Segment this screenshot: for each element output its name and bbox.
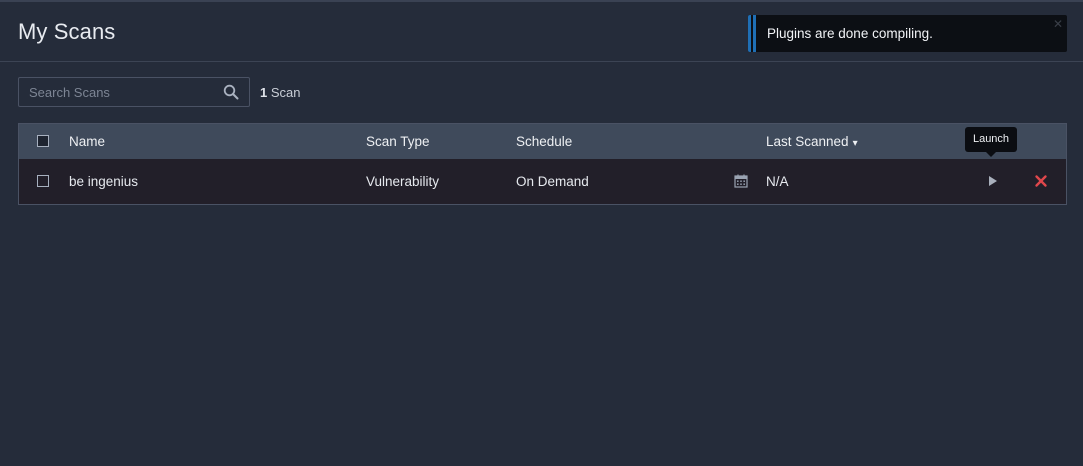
search-input[interactable] (19, 78, 219, 106)
search-icon[interactable] (223, 84, 239, 100)
scan-schedule: On Demand (516, 174, 589, 189)
scan-type: Vulnerability (366, 174, 440, 189)
column-header-name[interactable]: Name (69, 134, 105, 149)
scan-name[interactable]: be ingenius (69, 174, 138, 189)
close-icon[interactable]: ✕ (1053, 17, 1063, 31)
notification-toast: Plugins are done compiling. ✕ (748, 15, 1067, 52)
scan-count-number: 1 (260, 85, 268, 100)
toast-message: Plugins are done compiling. (767, 26, 933, 41)
column-header-last-scanned[interactable]: Last Scanned ▾ (766, 134, 858, 149)
scan-count: 1 Scan (260, 85, 301, 100)
page-title: My Scans (18, 19, 116, 44)
header-divider (0, 61, 1083, 62)
row-checkbox[interactable] (37, 175, 49, 187)
column-header-scan-type[interactable]: Scan Type (366, 134, 430, 149)
page: My Scans Plugins are done compiling. ✕ 1… (0, 0, 1083, 466)
search-box (18, 77, 250, 107)
last-scanned: N/A (766, 174, 789, 189)
table-header: Name Scan Type Schedule Last Scanned ▾ (19, 124, 1066, 159)
scan-count-label: Scan (270, 85, 301, 100)
table-row[interactable]: be ingenius Vulnerability On Demand N/A (19, 159, 1066, 204)
column-header-schedule[interactable]: Schedule (516, 134, 572, 149)
launch-tooltip: Launch (965, 127, 1017, 157)
select-all-checkbox[interactable] (37, 135, 49, 147)
top-strip (0, 0, 1083, 2)
close-icon[interactable] (1034, 173, 1048, 189)
column-header-last-scanned-label: Last Scanned (766, 134, 849, 149)
sort-descending-icon: ▾ (852, 138, 858, 149)
scans-table: Name Scan Type Schedule Last Scanned ▾ be… (18, 123, 1067, 205)
calendar-icon[interactable] (734, 174, 748, 188)
toast-accent-bar (748, 15, 756, 52)
play-icon[interactable] (986, 173, 1000, 189)
